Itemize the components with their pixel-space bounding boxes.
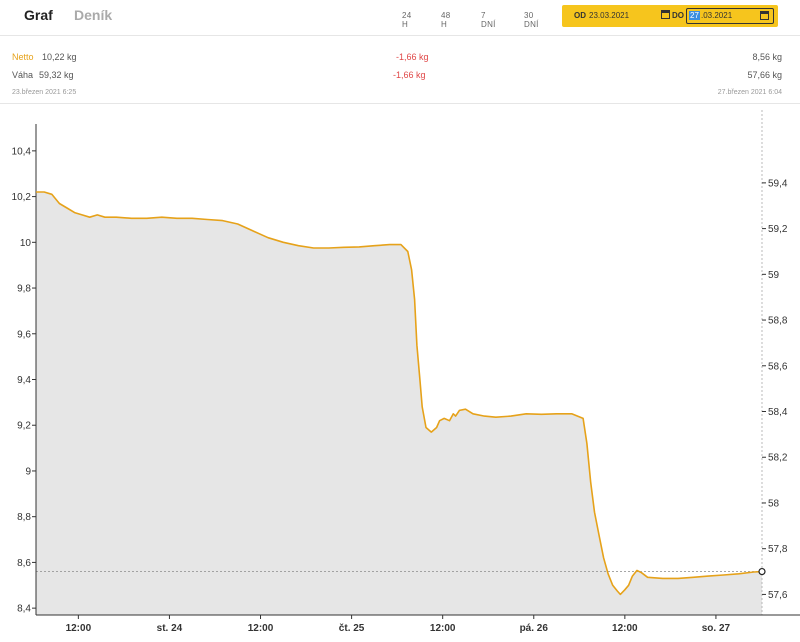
to-date-rest: .03.2021 xyxy=(701,11,733,20)
y-right-tick-label: 59,4 xyxy=(768,178,788,189)
from-label: OD xyxy=(574,11,586,20)
x-tick-label: čt. 25 xyxy=(339,623,365,634)
y-right-tick-label: 58,4 xyxy=(768,407,788,418)
x-tick-label: so. 27 xyxy=(702,623,731,634)
y-left-tick-label: 8,8 xyxy=(17,512,31,523)
netto-label: Netto xyxy=(12,52,34,62)
y-right-tick-label: 59 xyxy=(768,270,780,281)
y-right-tick-label: 58,6 xyxy=(768,361,788,372)
header-divider xyxy=(0,35,800,36)
range-30d-button[interactable]: 30 DNÍ xyxy=(524,11,539,29)
to-date-selected-day: 27 xyxy=(689,11,700,20)
calendar-icon[interactable] xyxy=(760,11,769,20)
from-date-field[interactable]: 23.03.2021 xyxy=(589,11,629,20)
range-24h-button[interactable]: 24 H xyxy=(402,11,412,29)
y-right-tick-label: 57,6 xyxy=(768,590,788,601)
vaha-delta: -1,66 kg xyxy=(393,70,426,80)
y-left-tick-label: 8,4 xyxy=(17,604,31,615)
y-left-tick-label: 10,2 xyxy=(12,192,32,203)
range-48h-button[interactable]: 48 H xyxy=(441,11,451,29)
date-range-picker: OD 23.03.2021 DO 27 .03.2021 xyxy=(562,5,778,27)
netto-end-value: 8,56 kg xyxy=(752,52,782,62)
netto-start-value: 10,22 kg xyxy=(42,52,77,62)
y-right-tick-label: 59,2 xyxy=(768,224,788,235)
y-right-tick-label: 58,2 xyxy=(768,453,788,464)
y-left-tick-label: 9 xyxy=(25,466,31,477)
x-tick-label: 12:00 xyxy=(612,623,638,634)
tab-denik[interactable]: Deník xyxy=(74,7,112,23)
current-point-marker xyxy=(758,567,766,576)
x-tick-label: 12:00 xyxy=(430,623,456,634)
x-tick-label: 12:00 xyxy=(66,623,92,634)
to-date-field[interactable]: 27 .03.2021 xyxy=(686,8,774,24)
end-date: 27.březen 2021 6:04 xyxy=(717,89,782,96)
y-left-tick-label: 10,4 xyxy=(12,146,32,157)
tab-graf[interactable]: Graf xyxy=(24,7,53,23)
y-right-tick-label: 57,8 xyxy=(768,544,788,555)
area-fill xyxy=(36,192,762,615)
netto-delta: -1,66 kg xyxy=(396,52,429,62)
range-7d-button[interactable]: 7 DNÍ xyxy=(481,11,496,29)
x-tick-label: st. 24 xyxy=(157,623,183,634)
stats-divider xyxy=(0,103,800,104)
y-right-tick-label: 58 xyxy=(768,498,780,509)
vaha-start-value: 59,32 kg xyxy=(39,70,74,80)
calendar-icon[interactable] xyxy=(661,10,670,19)
y-left-tick-label: 9,4 xyxy=(17,375,31,386)
start-date: 23.březen 2021 6:25 xyxy=(12,89,77,96)
y-left-tick-label: 9,8 xyxy=(17,284,31,295)
vaha-end-value: 57,66 kg xyxy=(747,70,782,80)
y-left-tick-label: 9,2 xyxy=(17,421,31,432)
y-right-tick-label: 58,8 xyxy=(768,316,788,327)
y-left-tick-label: 9,6 xyxy=(17,329,31,340)
y-left-tick-label: 8,6 xyxy=(17,558,31,569)
x-tick-label: pá. 26 xyxy=(520,623,549,634)
to-label: DO xyxy=(672,11,684,20)
y-left-tick-label: 10 xyxy=(20,238,32,249)
x-tick-label: 12:00 xyxy=(248,623,274,634)
vaha-label: Váha xyxy=(12,70,34,80)
weight-chart: 10,4 10,2 10 9,8 9,6 9,4 9,2 9 8,8 8,6 8,4 59,4 59,2… xyxy=(12,110,800,634)
